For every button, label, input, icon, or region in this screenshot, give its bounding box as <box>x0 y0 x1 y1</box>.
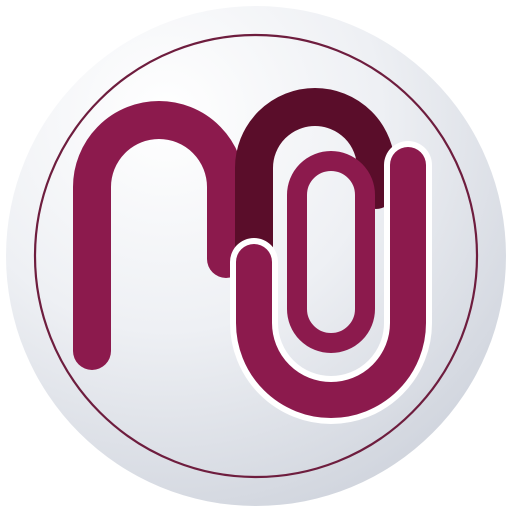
logo-graphic <box>6 6 506 506</box>
logo-stage <box>0 0 512 512</box>
